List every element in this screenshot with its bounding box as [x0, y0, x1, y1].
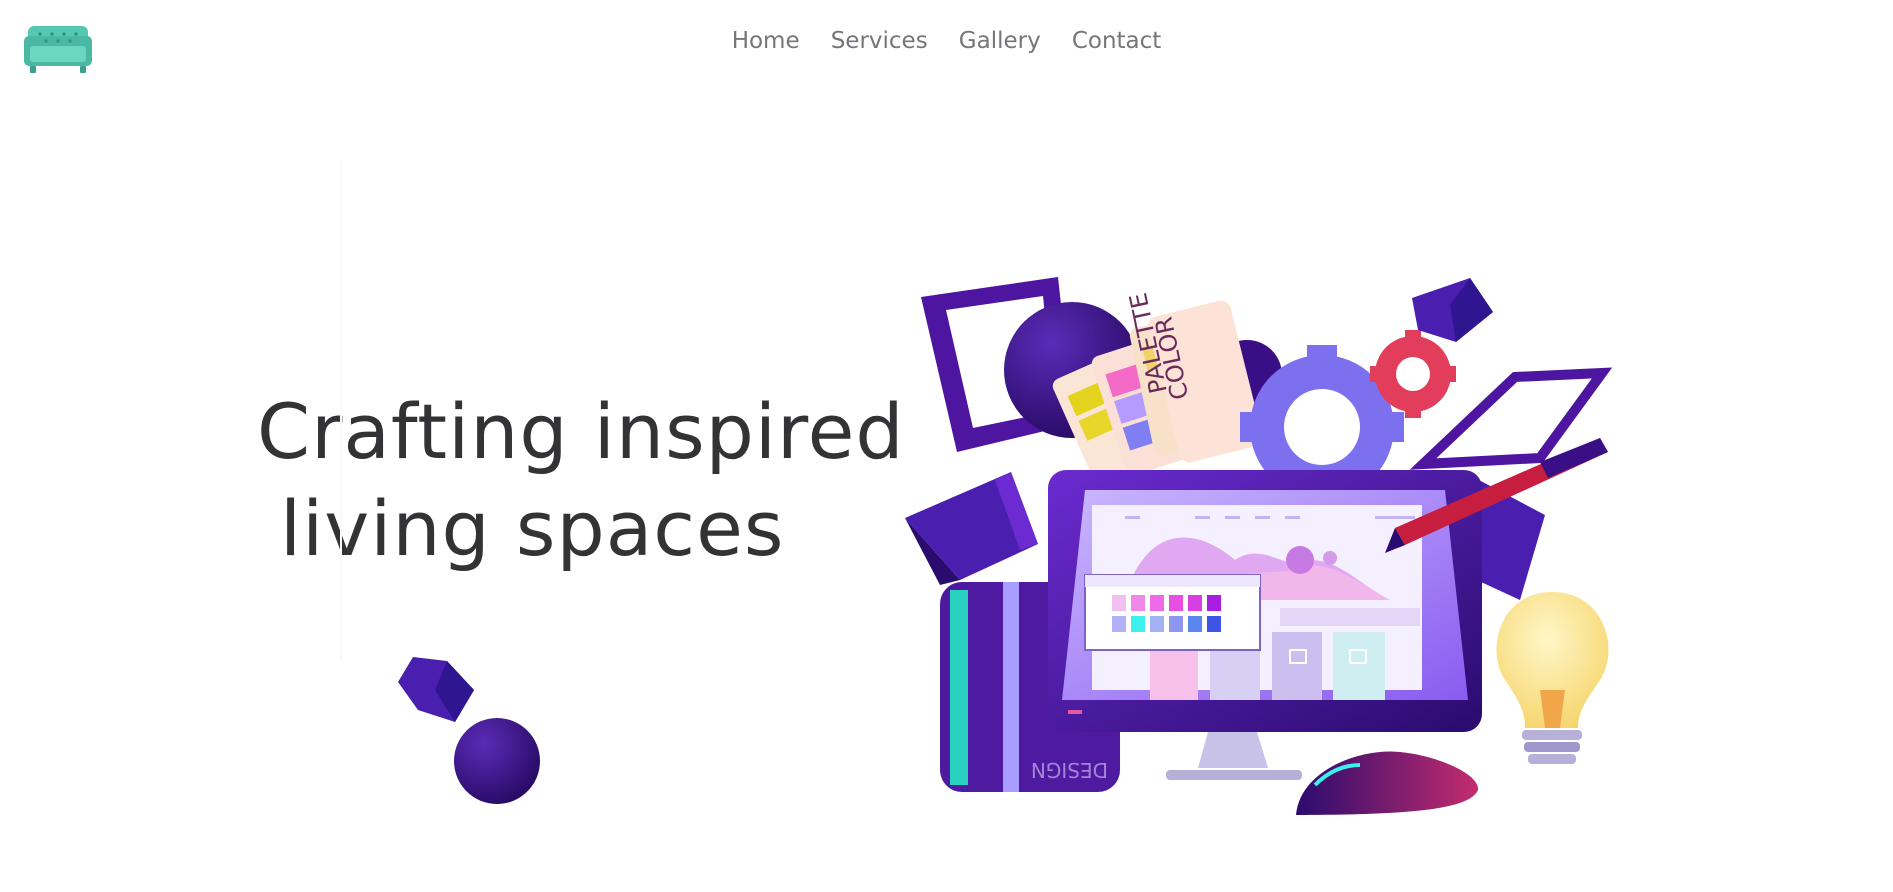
hero-title-line-2: living spaces [280, 484, 785, 573]
computer-monitor-shape [1048, 470, 1482, 780]
small-cube-shape [398, 657, 474, 722]
picture-frame-shape [921, 277, 1074, 452]
top-cube-shape [1412, 278, 1493, 342]
sphere-shape [454, 718, 540, 804]
nav-gallery[interactable]: Gallery [959, 26, 1041, 56]
big-sphere-shape [1004, 302, 1140, 438]
nav-contact[interactable]: Contact [1072, 26, 1161, 56]
top-nav-bar: Home Services Gallery Contact [0, 0, 1893, 90]
design-book-shape: DESIGN [940, 565, 1120, 792]
palette-label: PALETTE [1124, 290, 1173, 396]
computer-mouse-icon [1296, 751, 1479, 815]
nav-home[interactable]: Home [732, 26, 800, 56]
back-sphere-shape [1212, 340, 1282, 410]
color-palette-cards: PALETTE COLOR [1052, 290, 1263, 490]
book-label: DESIGN [1031, 758, 1108, 782]
lavender-gear-icon [1240, 345, 1404, 509]
floating-frame-shape [1409, 367, 1613, 470]
left-cube-shape [905, 472, 1038, 585]
light-bulb-icon [1496, 592, 1609, 764]
nav-services[interactable]: Services [831, 26, 928, 56]
pen-tool-icon [1385, 438, 1608, 553]
main-nav: Home Services Gallery Contact [0, 26, 1893, 56]
color-label: COLOR [1149, 314, 1194, 402]
hero-title-line-1: Crafting inspired [257, 387, 905, 476]
red-gear-icon [1370, 330, 1456, 418]
right-cube-shape [1455, 470, 1545, 600]
